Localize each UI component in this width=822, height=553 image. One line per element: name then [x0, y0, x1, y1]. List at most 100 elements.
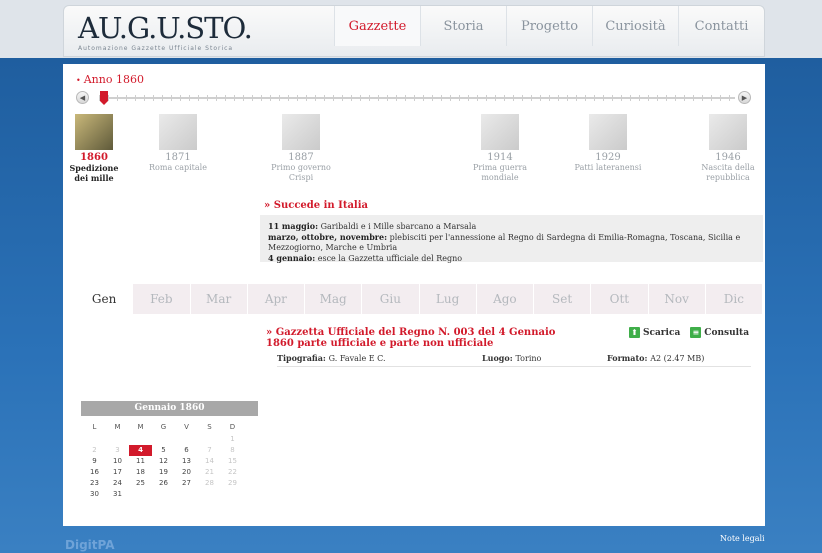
calendar-day[interactable]: 18 — [129, 467, 152, 478]
nav-gazzette[interactable]: Gazzette — [334, 6, 420, 46]
calendar-day[interactable]: 1 — [221, 434, 244, 445]
calendar-grid: L M M G V S D 1 2 3 4 5 6 7 8 9 10 11 12 13 14 15 16 17 18 19 20 21… — [83, 420, 258, 500]
timeline-next-button[interactable]: ▶ — [738, 91, 751, 104]
nav-progetto[interactable]: Progetto — [506, 6, 592, 46]
scarica-button[interactable]: ⬆ Scarica — [629, 327, 680, 338]
tab-mag[interactable]: Mag — [305, 284, 363, 314]
month-tabs: Gen Feb Mar Apr Mag Giu Lug Ago Set Ott … — [76, 284, 763, 314]
calendar-day[interactable]: 23 — [83, 478, 106, 489]
tab-feb[interactable]: Feb — [133, 284, 191, 314]
calendar: Gennaio 1860 L M M G V S D 1 2 3 4 5 6 7 8 9 10 11 12 13 14 1… — [81, 401, 258, 500]
download-icon: ⬆ — [629, 327, 640, 338]
succede-date: marzo, ottobre, novembre: — [268, 232, 388, 242]
tipografia-label: Tipografia: — [277, 353, 326, 363]
succede-section: » Succede in Italia 11 maggio: Garibaldi… — [260, 200, 763, 263]
tab-set[interactable]: Set — [534, 284, 592, 314]
scarica-label: Scarica — [643, 327, 681, 338]
timeline-marker[interactable] — [100, 91, 108, 105]
calendar-day[interactable]: 30 — [83, 489, 106, 500]
timeline-prev-button[interactable]: ◀ — [76, 91, 89, 104]
event-thumbnail — [159, 114, 197, 150]
calendar-day[interactable]: 5 — [152, 445, 175, 456]
tab-lug[interactable]: Lug — [420, 284, 477, 314]
luogo-value: Torino — [515, 354, 542, 363]
calendar-weekday: D — [229, 423, 236, 431]
timeline-event[interactable]: 1914 Prima guerra mondiale — [465, 114, 535, 183]
gazzetta-meta: Tipografia: G. Favale E C. Luogo: Torino… — [277, 353, 751, 367]
event-label: Nascita della repubblica — [701, 163, 755, 182]
calendar-empty — [106, 434, 129, 445]
calendar-day[interactable]: 26 — [152, 478, 175, 489]
event-thumbnail — [709, 114, 747, 150]
calendar-day[interactable]: 25 — [129, 478, 152, 489]
timeline-event[interactable]: 1946 Nascita della repubblica — [693, 114, 763, 183]
calendar-day[interactable]: 12 — [152, 456, 175, 467]
tab-nov[interactable]: Nov — [649, 284, 706, 314]
tab-apr[interactable]: Apr — [248, 284, 305, 314]
consulta-button[interactable]: ≡ Consulta — [690, 327, 749, 338]
nav-storia[interactable]: Storia — [420, 6, 506, 46]
tab-dic[interactable]: Dic — [706, 284, 763, 314]
calendar-day[interactable]: 16 — [83, 467, 106, 478]
tab-giu[interactable]: Giu — [362, 284, 420, 314]
calendar-day[interactable]: 2 — [83, 445, 106, 456]
nav-curiosita[interactable]: Curiosità — [592, 6, 678, 46]
calendar-day[interactable]: 15 — [221, 456, 244, 467]
calendar-day[interactable]: 24 — [106, 478, 129, 489]
note-legali-link[interactable]: Note legali — [720, 534, 765, 543]
formato-value: A2 (2.47 MB) — [650, 354, 705, 363]
calendar-empty — [198, 434, 221, 445]
calendar-day[interactable]: 17 — [106, 467, 129, 478]
calendar-day[interactable]: 4 — [129, 445, 152, 456]
calendar-day[interactable]: 29 — [221, 478, 244, 489]
site-logo[interactable]: AU.G.U.STO. Automazione Gazzette Ufficia… — [78, 13, 253, 52]
event-year: 1860 — [80, 152, 108, 163]
calendar-day[interactable]: 8 — [221, 445, 244, 456]
succede-title: » Succede in Italia — [264, 200, 369, 211]
timeline-event[interactable]: 1929 Patti lateranensi — [574, 114, 642, 173]
gazzetta-title[interactable]: » Gazzetta Ufficiale del Regno N. 003 de… — [266, 327, 586, 349]
calendar-weekday: M — [137, 423, 144, 431]
event-year: 1929 — [595, 152, 621, 163]
calendar-day[interactable]: 9 — [83, 456, 106, 467]
event-year: 1914 — [487, 152, 513, 163]
nav-contatti[interactable]: Contatti — [678, 6, 764, 46]
calendar-day[interactable]: 6 — [175, 445, 198, 456]
timeline-event[interactable]: 1871 Roma capitale — [140, 114, 216, 173]
tab-ago[interactable]: Ago — [477, 284, 534, 314]
calendar-day[interactable]: 10 — [106, 456, 129, 467]
formato-label: Formato: — [607, 353, 648, 363]
calendar-empty — [221, 489, 244, 500]
calendar-day[interactable]: 31 — [106, 489, 129, 500]
timeline-event[interactable]: 1887 Primo governo Crispi — [267, 114, 335, 183]
tab-gen[interactable]: Gen — [76, 284, 134, 314]
event-year: 1946 — [715, 152, 741, 163]
tab-ott[interactable]: Ott — [591, 284, 649, 314]
calendar-day[interactable]: 3 — [106, 445, 129, 456]
event-label: Primo governo Crispi — [271, 163, 331, 182]
digitpa-logo[interactable]: DigitPA — [65, 538, 115, 552]
calendar-weekday: V — [184, 423, 189, 431]
tab-mar[interactable]: Mar — [191, 284, 248, 314]
calendar-day[interactable]: 11 — [129, 456, 152, 467]
calendar-day[interactable]: 19 — [152, 467, 175, 478]
calendar-day[interactable]: 27 — [175, 478, 198, 489]
calendar-day[interactable]: 22 — [221, 467, 244, 478]
calendar-day[interactable]: 21 — [198, 467, 221, 478]
calendar-weekday: G — [160, 423, 167, 431]
event-thumbnail — [75, 114, 113, 150]
calendar-day[interactable]: 14 — [198, 456, 221, 467]
calendar-weekday: M — [114, 423, 121, 431]
event-label: Prima guerra mondiale — [472, 163, 528, 182]
timeline-event[interactable]: 1860 Spedizione dei mille — [67, 114, 121, 183]
year-title: • Anno 1860 — [76, 73, 144, 86]
calendar-day[interactable]: 7 — [198, 445, 221, 456]
calendar-day[interactable]: 20 — [175, 467, 198, 478]
consulta-label: Consulta — [704, 327, 750, 338]
event-label: Patti lateranensi — [574, 163, 642, 172]
calendar-weekday: L — [92, 423, 97, 431]
site-header: AU.G.U.STO. Automazione Gazzette Ufficia… — [63, 5, 765, 57]
tipografia-field: Tipografia: G. Favale E C. — [277, 353, 386, 363]
calendar-day[interactable]: 13 — [175, 456, 198, 467]
calendar-day[interactable]: 28 — [198, 478, 221, 489]
